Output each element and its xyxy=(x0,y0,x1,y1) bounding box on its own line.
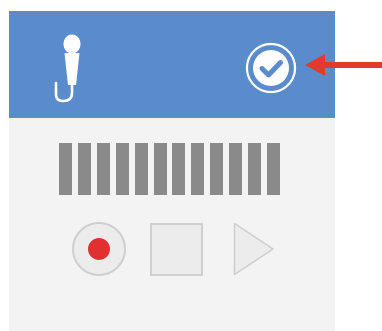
level-bar xyxy=(172,143,186,195)
level-bar xyxy=(266,143,280,195)
level-bar xyxy=(153,143,167,195)
audio-level-meter xyxy=(59,143,287,195)
play-button[interactable] xyxy=(233,222,275,276)
level-bar xyxy=(96,143,110,195)
level-bar xyxy=(59,143,72,195)
confirm-check-button[interactable] xyxy=(245,42,297,94)
level-bar xyxy=(210,143,224,195)
level-bar xyxy=(115,143,129,195)
level-bar xyxy=(134,143,148,195)
stop-button[interactable] xyxy=(150,223,203,276)
level-bar xyxy=(191,143,205,195)
arrow-left-icon xyxy=(305,54,382,76)
screenshot-stage xyxy=(0,0,382,331)
microphone-icon xyxy=(54,34,81,103)
recorder-header xyxy=(9,11,335,118)
record-icon xyxy=(88,238,110,260)
audio-recorder-panel xyxy=(9,11,335,331)
level-bar xyxy=(77,143,91,195)
level-bar xyxy=(229,143,243,195)
level-bar xyxy=(248,143,261,195)
record-button[interactable] xyxy=(72,222,126,276)
